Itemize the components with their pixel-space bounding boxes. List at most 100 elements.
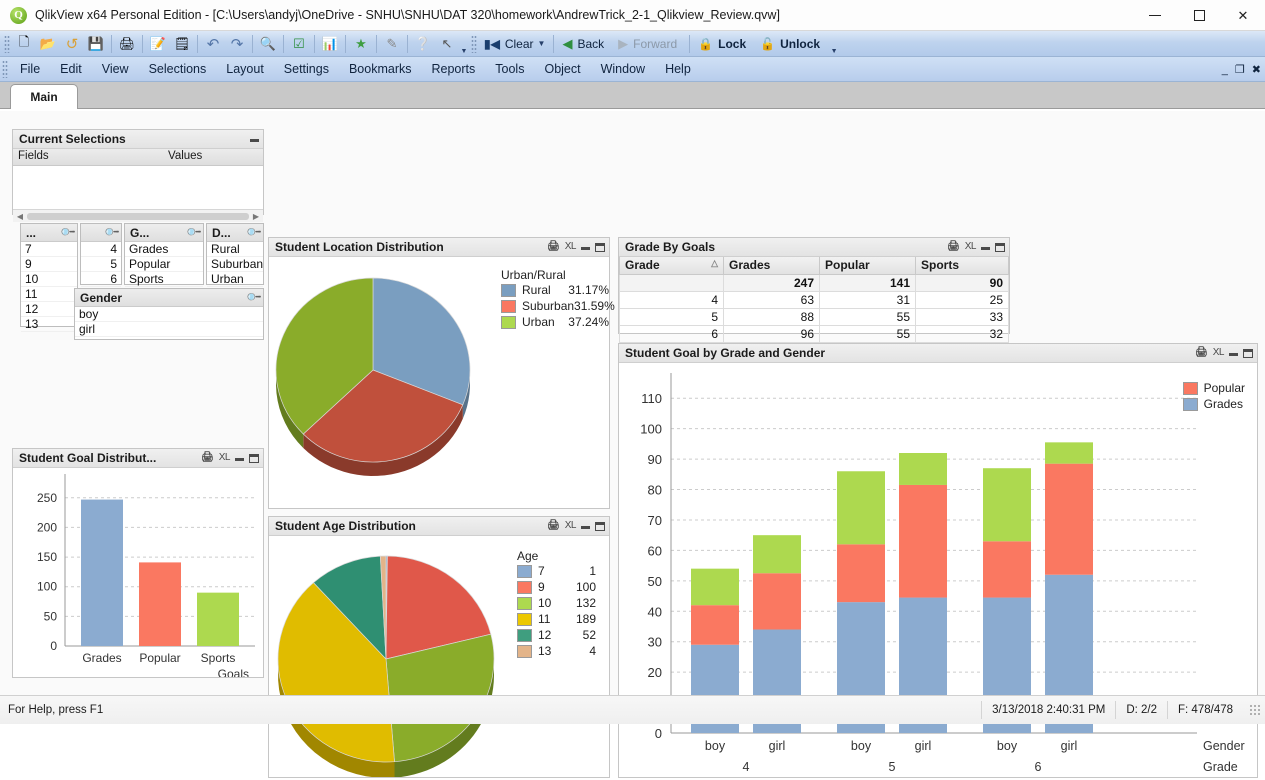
lock-button[interactable]: 🔒 Lock — [693, 33, 755, 55]
current-selections-body[interactable] — [13, 166, 263, 210]
toolbar-overflow-icon[interactable]: ▼ — [459, 33, 469, 55]
print-icon[interactable]: 🖨 — [947, 242, 960, 252]
minimize-icon[interactable] — [581, 247, 590, 250]
print-icon[interactable]: 🖨 — [547, 521, 560, 531]
legend-item[interactable]: Grades — [1183, 396, 1245, 412]
export-excel-icon[interactable]: XL — [219, 453, 230, 463]
export-excel-icon[interactable]: XL — [1213, 348, 1224, 358]
export-excel-icon[interactable]: XL — [565, 521, 576, 531]
export-excel-icon[interactable]: XL — [565, 242, 576, 252]
scroll-right-icon[interactable]: ▶ — [251, 212, 261, 221]
list-item[interactable]: 4 — [81, 242, 121, 257]
sidebar-item-age-listbox[interactable]: ... 🔍 7 9 10 11 12 13 — [20, 223, 78, 327]
undo-icon[interactable]: ↶ — [201, 33, 225, 55]
print-icon[interactable]: 🖨 — [1195, 348, 1208, 358]
export-excel-icon[interactable]: XL — [965, 242, 976, 252]
print-icon[interactable]: 🖨 — [115, 33, 139, 55]
resize-grip[interactable] — [1249, 704, 1261, 716]
list-item[interactable]: Rural — [207, 242, 263, 257]
minimize-icon[interactable] — [1229, 353, 1238, 356]
age-pie-chart[interactable] — [271, 539, 521, 777]
menu-reports[interactable]: Reports — [422, 57, 486, 82]
edit-script-icon[interactable]: 📝 — [146, 33, 170, 55]
sort-ascending-icon[interactable]: △ — [711, 258, 718, 269]
menu-help[interactable]: Help — [655, 57, 701, 82]
column-header-grades[interactable]: Grades — [724, 257, 820, 274]
legend-item[interactable]: 9 100 — [517, 579, 611, 595]
chart-icon[interactable]: 📊 — [318, 33, 342, 55]
menu-window[interactable]: Window — [591, 57, 655, 82]
bookmark-icon[interactable]: ★ — [349, 33, 373, 55]
minimize-icon[interactable] — [981, 247, 990, 250]
close-button[interactable]: ✕ — [1221, 0, 1265, 31]
list-item[interactable]: Sports — [125, 272, 203, 287]
list-item[interactable]: 13 — [21, 317, 77, 332]
sidebar-item-grade-listbox[interactable]: 🔍 4 5 6 — [80, 223, 122, 285]
maximize-icon[interactable] — [595, 243, 605, 252]
menu-selections[interactable]: Selections — [139, 57, 217, 82]
menu-file[interactable]: File — [10, 57, 50, 82]
redo-icon[interactable]: ↷ — [225, 33, 249, 55]
search-icon[interactable]: 🔍 — [256, 33, 280, 55]
list-item[interactable]: 10 — [21, 272, 77, 287]
legend-item[interactable]: Rural 31.17% — [501, 282, 609, 298]
clear-button[interactable]: ▮◀ Clear ▼ — [479, 33, 550, 55]
legend-item[interactable]: Popular — [1183, 380, 1245, 396]
menu-edit[interactable]: Edit — [50, 57, 92, 82]
legend-item[interactable]: 11 189 — [517, 611, 611, 627]
column-header-sports[interactable]: Sports — [916, 257, 1009, 274]
toolbar-grip[interactable] — [4, 35, 10, 53]
horizontal-scrollbar[interactable]: ◀ ▶ — [13, 210, 263, 222]
search-icon[interactable]: 🔍 — [185, 224, 202, 241]
minimize-icon[interactable] — [235, 458, 244, 461]
maximize-icon[interactable] — [1243, 349, 1253, 358]
legend-item[interactable]: 10 132 — [517, 595, 611, 611]
location-pie-chart[interactable] — [273, 260, 503, 510]
goal-distribution-chart[interactable]: 050100150200250GradesPopularSportsGoals — [13, 468, 263, 677]
mdi-close-button[interactable]: ✖ — [1252, 63, 1261, 76]
menu-view[interactable]: View — [92, 57, 139, 82]
new-document-icon[interactable]: 🗋 — [12, 33, 36, 55]
student-goal-distribution-object[interactable]: Student Goal Distribut... 🖨 XL 050100150… — [12, 448, 264, 678]
minimize-icon[interactable] — [250, 139, 259, 142]
search-icon[interactable]: 🔍 — [245, 289, 262, 306]
maximize-icon[interactable] — [249, 454, 259, 463]
select-all-icon[interactable]: ☑ — [287, 33, 311, 55]
sidebar-item-gender-listbox[interactable]: Gender 🔍 boy girl — [74, 288, 264, 340]
grade-by-goals-object[interactable]: Grade By Goals 🖨 XL Grade △ Grades Popul… — [618, 237, 1010, 334]
list-item[interactable]: 9 — [21, 257, 77, 272]
mdi-restore-button[interactable]: ❐ — [1235, 63, 1245, 76]
menu-object[interactable]: Object — [534, 57, 590, 82]
sidebar-item-location-listbox[interactable]: D... 🔍 Rural Suburban Urban — [206, 223, 264, 285]
reload-icon[interactable]: ↺ — [60, 33, 84, 55]
tab-main[interactable]: Main — [10, 84, 78, 109]
list-item[interactable]: 11 — [21, 287, 77, 302]
unlock-button[interactable]: 🔓 Unlock — [755, 33, 829, 55]
search-icon[interactable]: 🔍 — [59, 224, 76, 241]
menu-layout[interactable]: Layout — [216, 57, 274, 82]
maximize-icon[interactable] — [995, 243, 1005, 252]
legend-item[interactable]: 7 1 — [517, 563, 611, 579]
student-location-distribution-object[interactable]: Student Location Distribution 🖨 XL Urban… — [268, 237, 610, 509]
edit-icon[interactable]: ✎ — [380, 33, 404, 55]
list-item[interactable]: girl — [75, 322, 263, 337]
menu-grip[interactable] — [2, 60, 8, 78]
table-row[interactable]: 6 96 55 32 — [620, 325, 1009, 342]
menu-bookmarks[interactable]: Bookmarks — [339, 57, 422, 82]
print-icon[interactable]: 🖨 — [547, 242, 560, 252]
list-item[interactable]: 12 — [21, 302, 77, 317]
column-header-popular[interactable]: Popular — [820, 257, 916, 274]
maximize-button[interactable] — [1177, 0, 1221, 31]
scrollbar-thumb[interactable] — [27, 213, 249, 220]
minimize-icon[interactable] — [581, 526, 590, 529]
mdi-minimize-button[interactable]: _ — [1222, 64, 1228, 76]
list-item[interactable]: Grades — [125, 242, 203, 257]
save-icon[interactable]: 💾 — [84, 33, 108, 55]
selections-toolbar-overflow-icon[interactable]: ▼ — [829, 33, 839, 55]
current-selections-object[interactable]: Current Selections Fields Values ◀ ▶ — [12, 129, 264, 215]
search-icon[interactable]: 🔍 — [245, 224, 262, 241]
maximize-icon[interactable] — [595, 522, 605, 531]
table-row[interactable]: 5 88 55 33 — [620, 308, 1009, 325]
selections-toolbar-grip[interactable] — [471, 35, 477, 53]
context-help-icon[interactable]: ↖ — [435, 33, 459, 55]
